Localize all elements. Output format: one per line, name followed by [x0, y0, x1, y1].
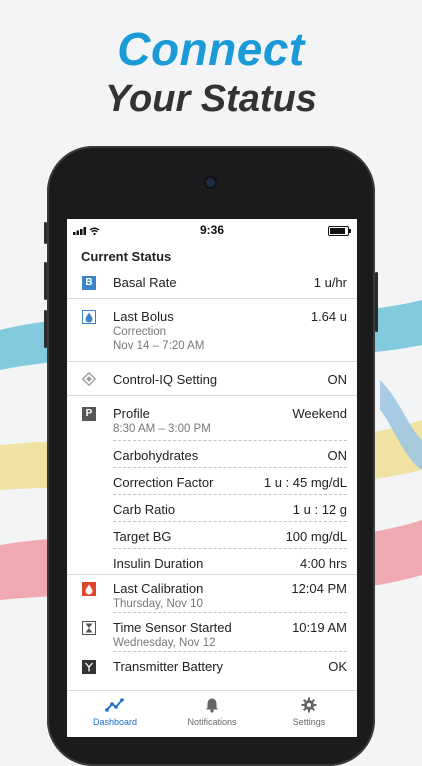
row-carbohydrates[interactable]: Carbohydrates ON — [67, 441, 357, 467]
tab-dashboard-label: Dashboard — [92, 717, 138, 727]
tab-settings[interactable]: Settings — [261, 697, 357, 727]
insulin-drop-icon — [82, 310, 96, 324]
calibration-value: 12:04 PM — [291, 581, 347, 596]
control-iq-label: Control-IQ Setting — [113, 372, 218, 387]
transmitter-value: OK — [328, 659, 347, 674]
tab-bar: Dashboard Notifications Settings — [67, 690, 357, 737]
carbs-value: ON — [327, 448, 348, 463]
status-time: 9:36 — [199, 223, 225, 237]
basal-b-icon: B — [82, 276, 96, 290]
row-profile[interactable]: P Profile Weekend 8:30 AM – 3:00 PM — [67, 396, 357, 440]
row-basal-rate[interactable]: B Basal Rate 1 u/hr — [67, 267, 357, 298]
section-title: Current Status — [81, 249, 172, 264]
tab-notifications-label: Notifications — [187, 717, 237, 727]
row-time-sensor-started[interactable]: Time Sensor Started 10:19 AM Wednesday, … — [67, 613, 357, 651]
calibration-date: Thursday, Nov 10 — [113, 598, 203, 610]
tab-notifications[interactable]: Notifications — [164, 697, 260, 727]
profile-time-range: 8:30 AM – 3:00 PM — [113, 423, 211, 435]
carb-ratio-value: 1 u : 12 g — [292, 502, 347, 517]
row-last-calibration[interactable]: Last Calibration 12:04 PM Thursday, Nov … — [67, 575, 357, 612]
row-last-bolus[interactable]: Last Bolus 1.64 u Correction Nov 14 – 7:… — [67, 299, 357, 361]
phone-power-button — [375, 272, 378, 332]
tab-settings-label: Settings — [292, 717, 326, 727]
target-bg-value: 100 mg/dL — [285, 529, 347, 544]
row-transmitter-battery[interactable]: Transmitter Battery OK — [67, 652, 357, 679]
row-correction-factor[interactable]: Correction Factor 1 u : 45 mg/dL — [67, 468, 357, 494]
transmitter-label: Transmitter Battery — [113, 659, 224, 674]
calibration-drop-icon — [82, 582, 96, 596]
control-iq-diamond-icon — [82, 372, 96, 386]
gear-icon — [301, 697, 317, 713]
phone-volume-up — [44, 262, 47, 300]
bell-icon — [206, 698, 218, 713]
status-bar: 9:36 — [67, 219, 357, 241]
profile-value: Weekend — [292, 406, 347, 421]
hourglass-icon — [82, 621, 96, 635]
correction-value: 1 u : 45 mg/dL — [263, 475, 347, 490]
insulin-duration-value: 4:00 hrs — [300, 556, 347, 571]
phone-volume-down — [44, 310, 47, 348]
headline-your-status: Your Status — [105, 78, 317, 120]
carbs-label: Carbohydrates — [113, 448, 199, 463]
row-control-iq[interactable]: Control-IQ Setting ON — [67, 362, 357, 395]
front-camera — [206, 178, 215, 187]
battery-icon — [328, 226, 351, 236]
bolus-time: Nov 14 – 7:20 AM — [113, 340, 205, 352]
basal-value: 1 u/hr — [313, 275, 347, 290]
row-insulin-duration[interactable]: Insulin Duration 4:00 hrs — [67, 549, 357, 574]
chart-line-icon — [105, 698, 124, 712]
control-iq-value: ON — [327, 372, 348, 387]
profile-p-icon: P — [82, 407, 96, 421]
headline-connect: Connect — [117, 23, 305, 75]
basal-label: Basal Rate — [113, 275, 177, 290]
phone-side-button — [44, 222, 47, 244]
bolus-value: 1.64 u — [310, 309, 347, 324]
row-carb-ratio[interactable]: Carb Ratio 1 u : 12 g — [67, 495, 357, 521]
sensor-value: 10:19 AM — [292, 620, 347, 635]
tab-dashboard[interactable]: Dashboard — [67, 697, 163, 727]
phone-screen: 9:36 Current Status B Basal Rate 1 u/hr … — [67, 219, 357, 737]
sensor-date: Wednesday, Nov 12 — [113, 637, 216, 649]
transmitter-antenna-icon — [82, 660, 96, 674]
row-target-bg[interactable]: Target BG 100 mg/dL — [67, 522, 357, 548]
bolus-type: Correction — [113, 326, 167, 338]
